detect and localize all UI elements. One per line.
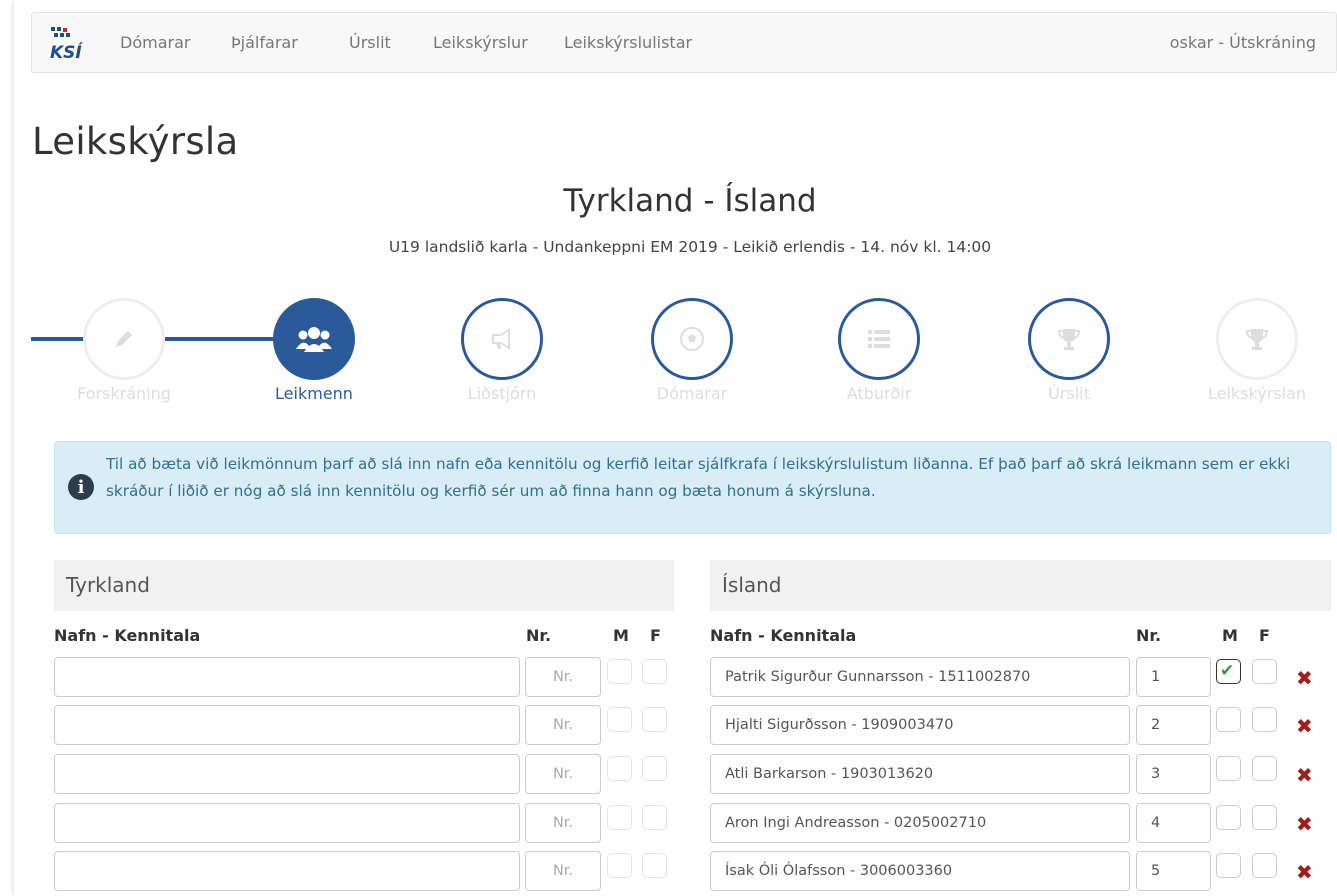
ksi-logo[interactable]: KSÍ bbox=[48, 25, 86, 63]
logout-link[interactable]: oskar - Útskráning bbox=[1170, 33, 1316, 52]
home-captain-checkbox[interactable] bbox=[607, 853, 632, 878]
away-goalkeeper-checkbox[interactable] bbox=[1252, 707, 1277, 732]
away-player-name-input[interactable]: Atli Barkarson - 1903013620 bbox=[710, 754, 1130, 794]
away-player-name-input[interactable]: Patrik Sigurður Gunnarsson - 1511002870 bbox=[710, 657, 1130, 697]
home-goalkeeper-checkbox[interactable] bbox=[642, 805, 667, 830]
trophy-icon bbox=[1245, 329, 1269, 350]
step-leikskyrslan[interactable] bbox=[1216, 298, 1298, 380]
away-player-nr-input[interactable]: 4 bbox=[1136, 803, 1211, 843]
away-captain-checkbox[interactable] bbox=[1216, 805, 1241, 830]
away-col-name: Nafn - Kennitala bbox=[710, 626, 857, 645]
top-navbar: KSÍ Dómarar Þjálfarar Úrslit Leikskýrslu… bbox=[31, 12, 1337, 73]
megaphone-icon bbox=[492, 328, 510, 350]
away-captain-checkbox[interactable] bbox=[1216, 707, 1241, 732]
nav-þjálfarar[interactable]: Þjálfarar bbox=[231, 33, 298, 52]
home-captain-checkbox[interactable] bbox=[607, 659, 632, 684]
home-player-name-input[interactable] bbox=[54, 754, 520, 794]
home-goalkeeper-checkbox[interactable] bbox=[642, 659, 667, 684]
nav-leikskýrslulistar[interactable]: Leikskýrslulistar bbox=[564, 33, 692, 52]
step-label-domarar: Dómarar bbox=[656, 384, 728, 403]
nav-dómarar[interactable]: Dómarar bbox=[120, 33, 190, 52]
away-captain-checkbox[interactable] bbox=[1216, 756, 1241, 781]
away-player-nr-input[interactable]: 5 bbox=[1136, 851, 1211, 891]
home-player-name-input[interactable] bbox=[54, 851, 520, 891]
home-col-m: M bbox=[613, 626, 629, 645]
home-captain-checkbox[interactable] bbox=[607, 707, 632, 732]
step-urslit[interactable] bbox=[1028, 298, 1110, 380]
home-player-nr-input[interactable]: Nr. bbox=[525, 754, 601, 794]
home-goalkeeper-checkbox[interactable] bbox=[642, 853, 667, 878]
away-player-name-input[interactable]: Hjalti Sigurðsson - 1909003470 bbox=[710, 705, 1130, 745]
home-player-name-input[interactable] bbox=[54, 803, 520, 843]
remove-player-icon[interactable]: ✖ bbox=[1296, 668, 1316, 688]
away-goalkeeper-checkbox[interactable] bbox=[1252, 659, 1277, 684]
info-alert: i Til að bæta við leikmönnum þarf að slá… bbox=[54, 441, 1331, 534]
away-col-m: M bbox=[1222, 626, 1238, 645]
home-col-name: Nafn - Kennitala bbox=[54, 626, 201, 645]
home-captain-checkbox[interactable] bbox=[607, 756, 632, 781]
away-player-name-input[interactable]: Ísak Óli Ólafsson - 3006003360 bbox=[710, 851, 1130, 891]
away-goalkeeper-checkbox[interactable] bbox=[1252, 756, 1277, 781]
home-player-nr-input[interactable]: Nr. bbox=[525, 657, 601, 697]
pencil-icon bbox=[116, 331, 132, 347]
home-player-nr-input[interactable]: Nr. bbox=[525, 705, 601, 745]
away-team-header: Ísland bbox=[710, 560, 1331, 611]
info-icon: i bbox=[68, 474, 94, 500]
away-player-nr-input[interactable]: 3 bbox=[1136, 754, 1211, 794]
step-label-atburdir: Atburðir bbox=[846, 384, 912, 403]
remove-player-icon[interactable]: ✖ bbox=[1296, 862, 1316, 882]
home-team-header: Tyrkland bbox=[54, 560, 674, 611]
step-lidstjorn[interactable] bbox=[461, 298, 543, 380]
soccer-ball-icon bbox=[680, 327, 704, 351]
away-col-nr: Nr. bbox=[1136, 626, 1162, 645]
stepper-line bbox=[165, 337, 277, 341]
home-player-name-input[interactable] bbox=[54, 705, 520, 745]
match-title: Tyrkland - Ísland bbox=[563, 183, 817, 219]
step-label-forskraning: Forskráning bbox=[77, 384, 171, 403]
home-captain-checkbox[interactable] bbox=[607, 805, 632, 830]
step-label-leikmenn: Leikmenn bbox=[275, 384, 353, 403]
trophy-icon bbox=[1057, 329, 1081, 350]
page-title: Leikskýrsla bbox=[32, 120, 239, 163]
svg-text:KSÍ: KSÍ bbox=[50, 41, 83, 61]
step-domarar[interactable] bbox=[651, 298, 733, 380]
away-goalkeeper-checkbox[interactable] bbox=[1252, 853, 1277, 878]
home-col-nr: Nr. bbox=[526, 626, 552, 645]
away-goalkeeper-checkbox[interactable] bbox=[1252, 805, 1277, 830]
nav-leikskýrslur[interactable]: Leikskýrslur bbox=[433, 33, 528, 52]
remove-player-icon[interactable]: ✖ bbox=[1296, 765, 1316, 785]
step-forskraning[interactable] bbox=[83, 298, 165, 380]
check-icon: ✔ bbox=[1220, 661, 1235, 681]
home-goalkeeper-checkbox[interactable] bbox=[642, 707, 667, 732]
step-label-urslit: Úrslit bbox=[1048, 384, 1090, 403]
home-player-nr-input[interactable]: Nr. bbox=[525, 851, 601, 891]
home-goalkeeper-checkbox[interactable] bbox=[642, 756, 667, 781]
users-icon bbox=[296, 327, 332, 352]
step-leikmenn[interactable] bbox=[273, 298, 355, 380]
step-label-lidstjorn: Liðstjórn bbox=[467, 384, 537, 403]
away-captain-checkbox[interactable]: ✔ bbox=[1216, 659, 1241, 684]
home-player-name-input[interactable] bbox=[54, 657, 520, 697]
home-col-f: F bbox=[650, 626, 661, 645]
away-player-name-input[interactable]: Aron Ingi Andreasson - 0205002710 bbox=[710, 803, 1130, 843]
stepper-line bbox=[31, 337, 91, 341]
step-atburdir[interactable] bbox=[838, 298, 920, 380]
away-player-nr-input[interactable]: 2 bbox=[1136, 705, 1211, 745]
away-captain-checkbox[interactable] bbox=[1216, 853, 1241, 878]
nav-úrslit[interactable]: Úrslit bbox=[349, 33, 391, 52]
remove-player-icon[interactable]: ✖ bbox=[1296, 814, 1316, 834]
away-col-f: F bbox=[1259, 626, 1270, 645]
home-player-nr-input[interactable]: Nr. bbox=[525, 803, 601, 843]
away-player-nr-input[interactable]: 1 bbox=[1136, 657, 1211, 697]
remove-player-icon[interactable]: ✖ bbox=[1296, 716, 1316, 736]
match-subtitle: U19 landslið karla - Undankeppni EM 2019… bbox=[388, 238, 992, 256]
info-text: Til að bæta við leikmönnum þarf að slá i… bbox=[106, 455, 1291, 500]
step-label-leikskyrslan: Leikskýrslan bbox=[1208, 384, 1306, 403]
list-icon bbox=[868, 330, 890, 348]
